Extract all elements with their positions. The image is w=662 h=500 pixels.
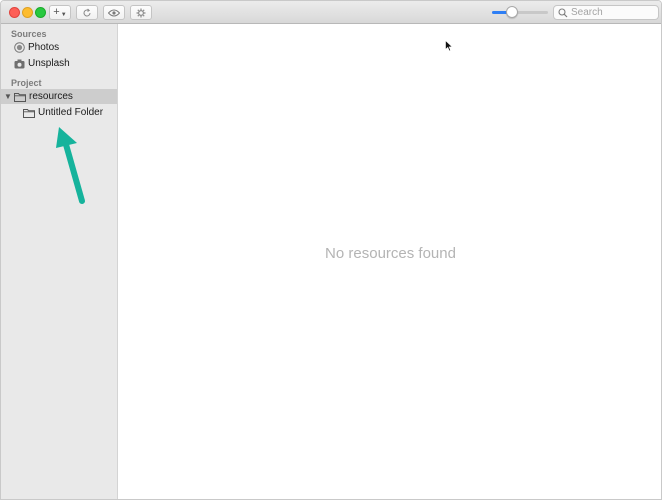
sidebar-item-label: Photos <box>28 42 60 53</box>
sidebar-item-label: resources <box>29 91 73 102</box>
sidebar-item-unsplash[interactable]: Unsplash <box>1 56 117 71</box>
minimize-window-button[interactable] <box>22 7 33 18</box>
zoom-slider-thumb[interactable] <box>506 6 518 18</box>
preview-button[interactable] <box>103 5 125 20</box>
mouse-cursor-icon <box>445 40 453 52</box>
gear-icon <box>136 8 146 17</box>
plus-icon: + <box>53 6 60 18</box>
close-window-button[interactable] <box>9 7 20 18</box>
sidebar-item-label: Untitled Folder <box>38 107 104 118</box>
add-button[interactable]: + ▼ <box>49 5 71 20</box>
eye-icon <box>108 9 120 16</box>
empty-state-message: No resources found <box>325 245 456 262</box>
sidebar: Sources Photos Unsplash Project ▼ resour… <box>1 24 118 499</box>
dropdown-caret-icon: ▼ <box>60 12 67 18</box>
sidebar-item-resources[interactable]: ▼ resources <box>1 89 117 104</box>
camera-icon <box>13 58 25 70</box>
project-section-header: Project <box>11 78 42 88</box>
zoom-slider[interactable] <box>492 6 548 19</box>
sidebar-item-untitled-folder[interactable]: Untitled Folder <box>1 105 117 120</box>
search-input[interactable] <box>571 7 657 18</box>
search-field[interactable] <box>553 5 659 20</box>
sidebar-item-photos[interactable]: Photos <box>1 40 117 55</box>
zoom-window-button[interactable] <box>35 7 46 18</box>
folder-icon <box>14 91 26 103</box>
disclosure-triangle-icon[interactable]: ▼ <box>4 92 13 101</box>
toolbar: + ▼ <box>1 1 661 24</box>
settings-button[interactable] <box>130 5 152 20</box>
photos-icon <box>13 42 25 54</box>
refresh-button[interactable] <box>76 5 98 20</box>
search-icon <box>558 7 568 18</box>
main-content[interactable]: No resources found <box>118 24 661 499</box>
sidebar-item-label: Unsplash <box>28 58 70 69</box>
folder-icon <box>23 107 35 119</box>
sources-section-header: Sources <box>11 29 47 39</box>
refresh-icon <box>83 8 91 16</box>
app-window: + ▼ Search Sources Photos Unsplash Proje… <box>0 0 662 500</box>
annotation-arrow-icon <box>56 127 85 204</box>
